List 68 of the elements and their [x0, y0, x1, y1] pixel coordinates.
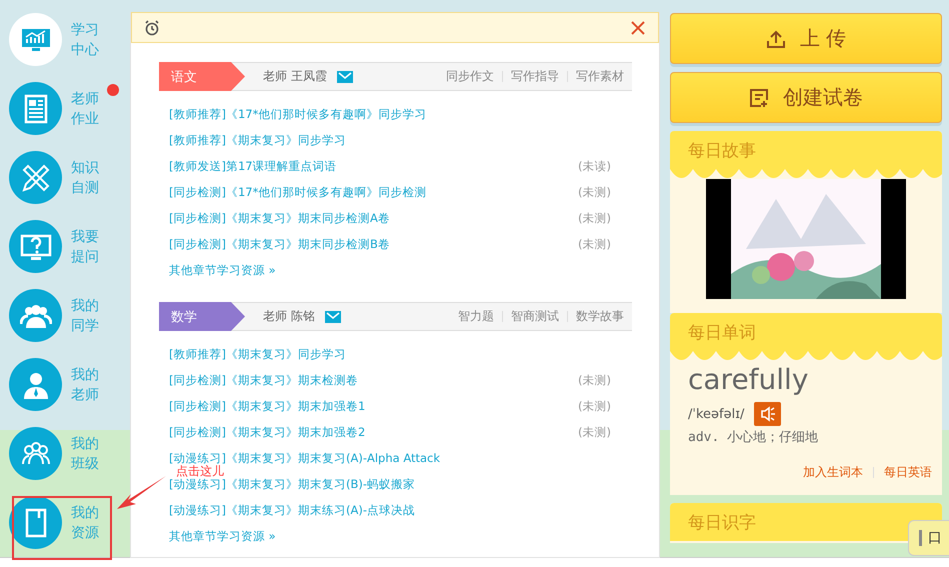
resource-link[interactable]: [同步检测]《期末复习》期末加强卷1 [169, 398, 366, 414]
upload-icon [766, 28, 786, 48]
speaker-button[interactable] [754, 402, 782, 426]
subject-tag: 语文 [159, 62, 245, 91]
status-text: (未测) [578, 236, 611, 252]
card-title: 每日单词 [688, 322, 756, 344]
close-icon[interactable] [630, 20, 646, 36]
phonetic-text: /ˈkeəfəlɪ/ [688, 406, 744, 422]
category-link[interactable]: 数学故事 [568, 308, 632, 325]
mail-icon[interactable] [324, 310, 341, 322]
resource-link[interactable]: [动漫练习]《期末复习》期末复习(B)-蚂蚁搬家 [169, 476, 415, 492]
nav-item[interactable]: 我的同学 [0, 281, 128, 350]
category-link[interactable]: 智力题 [450, 308, 502, 325]
resource-link[interactable]: [同步检测]《17*他们那时候多有趣啊》同步检测 [169, 184, 426, 200]
resource-link[interactable]: [动漫练习]《期末复习》期末复习(A)-Alpha Attack [169, 450, 440, 466]
nav-label: 知识自测 [71, 158, 100, 198]
category-link[interactable]: 写作指导 [503, 68, 567, 85]
nav-label: 我的同学 [71, 296, 100, 336]
resource-link[interactable]: [教师推荐]《期末复习》同步学习 [169, 346, 346, 362]
nav-item[interactable]: 我要提问 [0, 212, 128, 281]
alarm-clock-icon [144, 20, 160, 36]
nav-item[interactable]: 我的老师 [0, 350, 128, 419]
widget-text: 口 [928, 529, 942, 547]
mail-icon[interactable] [336, 70, 353, 82]
resource-link[interactable]: [同步检测]《期末复习》期末同步检测B卷 [169, 236, 390, 252]
status-text: (未测) [578, 184, 611, 200]
nav-item[interactable]: 老师作业 [0, 74, 128, 143]
resource-link[interactable]: [同步检测]《期末复习》期末加强卷2 [169, 424, 366, 440]
resource-link[interactable]: [动漫练习]《期末复习》期末练习(A)-点球决战 [169, 502, 415, 518]
speaker-icon [760, 406, 776, 422]
more-link[interactable]: 其他章节学习资源 » [169, 528, 276, 544]
status-text: (未读) [578, 158, 611, 174]
english-word: carefully [688, 363, 810, 396]
word-link[interactable]: 加入生词本 [803, 464, 863, 481]
nav-item[interactable]: 我的班级 [0, 419, 128, 488]
annotation-text: 点击这儿 [176, 465, 224, 477]
nav-item[interactable]: 我的资源 [0, 488, 128, 557]
nav-label: 我要提问 [71, 228, 100, 266]
card-title: 每日识字 [688, 512, 756, 534]
word-link[interactable]: 每日英语 [884, 464, 932, 481]
nav-item[interactable]: 知识自测 [0, 143, 128, 212]
create-paper-button[interactable]: 创建试卷 [670, 72, 942, 123]
status-text: (未测) [578, 372, 611, 388]
upload-button[interactable]: 上 传 [670, 13, 942, 64]
resource-link[interactable]: [教师推荐]《期末复习》同步学习 [169, 132, 346, 148]
nav-label: 老师作业 [71, 90, 100, 128]
resource-link[interactable]: [教师发送]第17课理解重点词语 [169, 158, 337, 174]
more-link[interactable]: 其他章节学习资源 » [169, 262, 276, 278]
nav-item[interactable]: 学习中心 [0, 5, 128, 74]
resource-link[interactable]: [同步检测]《期末复习》期末检测卷 [169, 372, 358, 388]
resource-link[interactable]: [教师推荐]《17*他们那时候多有趣啊》同步学习 [169, 106, 426, 122]
word-meaning: adv. 小心地；仔细地 [688, 429, 820, 446]
subject-tag: 数学 [159, 302, 245, 331]
status-text: (未测) [578, 210, 611, 226]
card-title: 每日故事 [688, 140, 756, 162]
category-link[interactable]: 同步作文 [438, 68, 502, 85]
nav-label: 学习中心 [71, 20, 100, 60]
teacher-name: 老师 王凤霞 [263, 68, 327, 85]
category-link[interactable]: 智商测试 [503, 308, 567, 325]
add-document-icon [749, 88, 769, 108]
status-text: (未测) [578, 424, 611, 440]
status-text: (未测) [578, 398, 611, 414]
nav-label: 我的老师 [71, 366, 100, 404]
nav-label: 我的资源 [71, 504, 100, 542]
resource-link[interactable]: [同步检测]《期末复习》期末同步检测A卷 [169, 210, 390, 226]
category-link[interactable]: 写作素材 [568, 68, 632, 85]
nav-label: 我的班级 [71, 434, 100, 474]
teacher-name: 老师 陈铭 [263, 308, 315, 325]
